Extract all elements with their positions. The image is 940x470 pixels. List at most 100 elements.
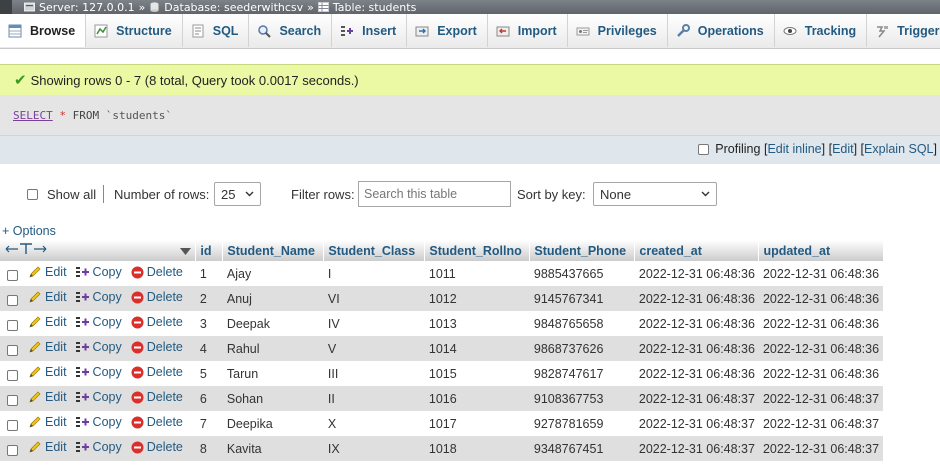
cell-created-at[interactable]: 2022-12-31 06:48:36 (634, 261, 759, 286)
copy-button[interactable]: Copy (75, 315, 122, 329)
cell-student-class[interactable]: IV (323, 311, 425, 336)
cell-student-name[interactable]: Kavita (222, 436, 324, 461)
cell-student-name[interactable]: Anuj (222, 286, 324, 311)
breadcrumb-toggle[interactable] (0, 0, 12, 14)
column-header-student-class[interactable]: Student_Class (323, 240, 426, 261)
cell-student-phone[interactable]: 9278781659 (529, 411, 635, 436)
tab-triggers[interactable]: Triggers (867, 14, 940, 47)
cell-updated-at[interactable]: 2022-12-31 06:48:37 (758, 386, 884, 411)
cell-student-name[interactable]: Rahul (222, 336, 324, 361)
cell-student-phone[interactable]: 9885437665 (529, 261, 635, 286)
cell-student-phone[interactable]: 9868737626 (529, 336, 635, 361)
cell-student-rollno[interactable]: 1011 (424, 261, 530, 286)
cell-student-phone[interactable]: 9828747617 (529, 361, 635, 386)
delete-button[interactable]: Delete (131, 415, 183, 429)
copy-button[interactable]: Copy (75, 365, 122, 379)
cell-created-at[interactable]: 2022-12-31 06:48:36 (634, 336, 759, 361)
cell-student-class[interactable]: I (323, 261, 425, 286)
row-checkbox[interactable] (7, 419, 18, 431)
sort-dropdown-icon[interactable] (180, 248, 192, 255)
tab-sql[interactable]: SQL (183, 14, 250, 47)
cell-student-class[interactable]: IX (323, 436, 425, 461)
tab-insert[interactable]: Insert (332, 14, 408, 47)
tab-privileges[interactable]: Privileges (568, 14, 668, 47)
cell-created-at[interactable]: 2022-12-31 06:48:37 (634, 386, 759, 411)
cell-id[interactable]: 8 (195, 436, 223, 461)
cell-updated-at[interactable]: 2022-12-31 06:48:37 (758, 411, 884, 436)
cell-id[interactable]: 5 (195, 361, 223, 386)
filter-rows-input[interactable]: Search this table (358, 181, 511, 207)
delete-button[interactable]: Delete (131, 390, 183, 404)
cell-updated-at[interactable]: 2022-12-31 06:48:36 (758, 336, 884, 361)
cell-student-name[interactable]: Deepika (222, 411, 324, 436)
cell-student-rollno[interactable]: 1018 (424, 436, 530, 461)
edit-link[interactable]: Edit (832, 142, 854, 156)
cell-student-class[interactable]: II (323, 386, 425, 411)
column-header-updated-at[interactable]: updated_at (758, 240, 884, 261)
edit-button[interactable]: Edit (28, 265, 67, 279)
column-header-created-at[interactable]: created_at (634, 240, 760, 261)
profiling-checkbox[interactable] (698, 143, 710, 155)
delete-button[interactable]: Delete (131, 265, 183, 279)
breadcrumb-server[interactable]: Server: 127.0.0.1 (39, 1, 135, 14)
cell-created-at[interactable]: 2022-12-31 06:48:37 (634, 436, 759, 461)
delete-button[interactable]: Delete (131, 440, 183, 454)
row-checkbox[interactable] (7, 394, 18, 406)
cell-updated-at[interactable]: 2022-12-31 06:48:36 (758, 361, 884, 386)
breadcrumb-database[interactable]: Database: seederwithcsv (164, 1, 303, 14)
cell-id[interactable]: 2 (195, 286, 223, 311)
edit-button[interactable]: Edit (28, 315, 67, 329)
cell-student-rollno[interactable]: 1014 (424, 336, 530, 361)
edit-button[interactable]: Edit (28, 415, 67, 429)
cell-updated-at[interactable]: 2022-12-31 06:48:37 (758, 436, 884, 461)
delete-button[interactable]: Delete (131, 340, 183, 354)
edit-inline-link[interactable]: Edit inline (767, 142, 821, 156)
row-checkbox[interactable] (7, 344, 18, 356)
cell-student-name[interactable]: Sohan (222, 386, 324, 411)
cell-student-class[interactable]: VI (323, 286, 425, 311)
cell-id[interactable]: 6 (195, 386, 223, 411)
cell-student-rollno[interactable]: 1012 (424, 286, 530, 311)
cell-student-name[interactable]: Deepak (222, 311, 324, 336)
copy-button[interactable]: Copy (75, 265, 122, 279)
cell-id[interactable]: 3 (195, 311, 223, 336)
copy-button[interactable]: Copy (75, 290, 122, 304)
edit-button[interactable]: Edit (28, 390, 67, 404)
cell-created-at[interactable]: 2022-12-31 06:48:37 (634, 411, 759, 436)
cell-id[interactable]: 7 (195, 411, 223, 436)
row-checkbox[interactable] (7, 269, 18, 281)
sort-by-key-select[interactable]: None (593, 182, 717, 206)
copy-button[interactable]: Copy (75, 415, 122, 429)
column-header-student-rollno[interactable]: Student_Rollno (424, 240, 531, 261)
cell-created-at[interactable]: 2022-12-31 06:48:36 (634, 311, 759, 336)
cell-id[interactable]: 1 (195, 261, 223, 286)
tab-export[interactable]: Export (407, 14, 488, 47)
row-checkbox[interactable] (7, 444, 18, 456)
edit-button[interactable]: Edit (28, 440, 67, 454)
edit-button[interactable]: Edit (28, 290, 67, 304)
column-header-student-phone[interactable]: Student_Phone (529, 240, 636, 261)
show-all-checkbox[interactable] (27, 188, 38, 200)
cell-student-rollno[interactable]: 1015 (424, 361, 530, 386)
row-checkbox[interactable] (7, 319, 18, 331)
tab-import[interactable]: Import (488, 14, 568, 47)
edit-button[interactable]: Edit (28, 340, 67, 354)
row-checkbox[interactable] (7, 369, 18, 381)
cell-student-rollno[interactable]: 1017 (424, 411, 530, 436)
tab-search[interactable]: Search (249, 14, 333, 47)
cell-student-rollno[interactable]: 1016 (424, 386, 530, 411)
cell-student-phone[interactable]: 9145767341 (529, 286, 635, 311)
cell-student-phone[interactable]: 9108367753 (529, 386, 635, 411)
delete-button[interactable]: Delete (131, 315, 183, 329)
tab-structure[interactable]: Structure (86, 14, 183, 47)
cell-student-class[interactable]: X (323, 411, 425, 436)
edit-button[interactable]: Edit (28, 365, 67, 379)
cell-student-name[interactable]: Ajay (222, 261, 324, 286)
cell-updated-at[interactable]: 2022-12-31 06:48:36 (758, 311, 884, 336)
cell-student-name[interactable]: Tarun (222, 361, 324, 386)
column-resize-arrows-icon[interactable] (4, 243, 48, 255)
cell-student-rollno[interactable]: 1013 (424, 311, 530, 336)
sql-keyword-select[interactable]: SELECT (13, 109, 53, 122)
copy-button[interactable]: Copy (75, 340, 122, 354)
tab-operations[interactable]: Operations (668, 14, 775, 47)
